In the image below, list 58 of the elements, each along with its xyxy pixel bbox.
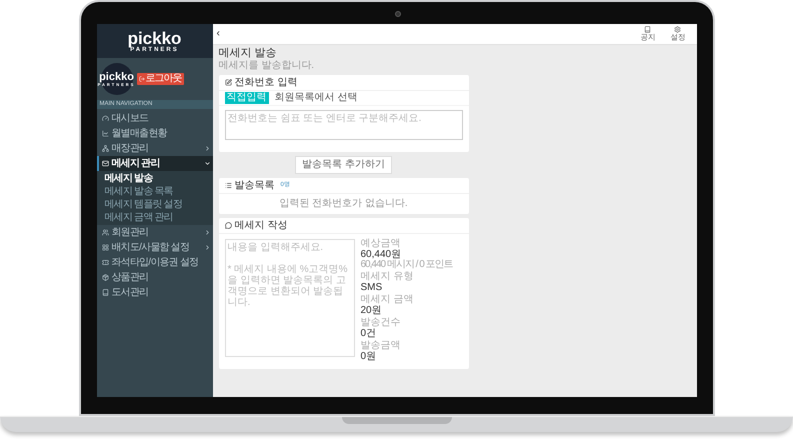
panel-title: 전화번호 입력 bbox=[234, 78, 298, 88]
chevron-down-icon bbox=[204, 160, 210, 167]
speech-bubble-icon bbox=[224, 222, 232, 229]
add-to-list-button[interactable]: 발송목록 추가하기 bbox=[295, 156, 392, 174]
ticket-icon bbox=[102, 259, 108, 266]
book-icon bbox=[102, 289, 108, 296]
logo-wordmark: pickko bbox=[99, 72, 134, 82]
sidebar-item[interactable]: 회원관리 bbox=[96, 225, 212, 240]
submenu-item[interactable]: 메세지 금액 관리 bbox=[96, 211, 212, 224]
stat-value: SMS bbox=[360, 282, 384, 293]
page-subtitle: 메세지를 발송합니다. bbox=[218, 60, 316, 71]
stat-label: 예상금액 bbox=[360, 239, 402, 249]
sidebar-item[interactable]: 상품관리 bbox=[96, 270, 212, 285]
stat-label: 메세지 유형 bbox=[360, 272, 414, 282]
book-icon bbox=[644, 26, 651, 32]
logout-icon bbox=[138, 76, 144, 82]
stat-label: 발송건수 bbox=[360, 318, 402, 328]
sidebar-item[interactable]: 배치도/사물함 설정 bbox=[96, 240, 212, 255]
panel-title: 발송목록 bbox=[234, 180, 274, 190]
sitemap-icon bbox=[102, 145, 108, 152]
stat-value: 60,440원 bbox=[360, 249, 402, 260]
sidebar-item[interactable]: 월별매출현황 bbox=[96, 126, 212, 141]
pencil-icon bbox=[224, 79, 232, 86]
sidebar-item[interactable]: 도서관리 bbox=[96, 285, 212, 300]
gauge-icon bbox=[102, 115, 108, 122]
sidebar-toggle[interactable]: ‹ bbox=[216, 29, 220, 39]
stat-note: 60,440 메시지 / 0 포인트 bbox=[360, 260, 453, 270]
settings-icon bbox=[674, 26, 681, 32]
tab[interactable]: 회원목록에서 선택 bbox=[272, 92, 360, 104]
submenu-item[interactable]: 메세지 발송 bbox=[96, 172, 212, 185]
submenu-item[interactable]: 메세지 발송 목록 bbox=[96, 185, 212, 198]
empty-message: 입력된 전화번호가 없습니다. bbox=[278, 197, 409, 211]
panel-title: 메세지 작성 bbox=[234, 220, 288, 230]
page-title: 메세지 발송 bbox=[218, 47, 278, 60]
phone-number-field[interactable]: 전화번호는 쉼표 또는 엔터로 구분해주세요. bbox=[224, 110, 462, 140]
logo-wordmark: pickko bbox=[128, 30, 182, 46]
camera-icon bbox=[394, 11, 400, 17]
chevron-right-icon bbox=[204, 244, 210, 251]
chevron-right-icon bbox=[204, 145, 210, 152]
users-icon bbox=[102, 229, 108, 236]
sidebar-item[interactable]: 좌석타입/이용권 설정 bbox=[96, 255, 212, 270]
sidebar-item[interactable]: 메세지 관리 bbox=[96, 156, 212, 171]
stat-value: 0건 bbox=[360, 328, 378, 339]
logout-button[interactable]: 로그아웃 bbox=[136, 73, 184, 85]
box-icon bbox=[102, 274, 108, 281]
chevron-right-icon bbox=[204, 229, 210, 236]
stat-value: 20원 bbox=[360, 305, 383, 316]
message-field[interactable]: 내용을 입력해주세요. * 메세지 내용에 %고객명% 을 입력하면 발송목록의 고객명으로 변환되어 발송됩니다. bbox=[224, 239, 354, 357]
sidebar-item[interactable]: 매장관리 bbox=[96, 141, 212, 156]
sidebar-item[interactable]: 대시보드 bbox=[96, 111, 212, 126]
stat-label: 발송금액 bbox=[360, 341, 402, 351]
stat-label: 메세지 금액 bbox=[360, 295, 414, 305]
envelope-icon bbox=[102, 160, 108, 167]
list-icon bbox=[224, 182, 232, 189]
grid-icon bbox=[102, 244, 108, 251]
stat-value: 0원 bbox=[360, 351, 378, 362]
submenu-item[interactable]: 메세지 템플릿 설정 bbox=[96, 198, 212, 211]
line-chart-icon bbox=[102, 130, 108, 137]
